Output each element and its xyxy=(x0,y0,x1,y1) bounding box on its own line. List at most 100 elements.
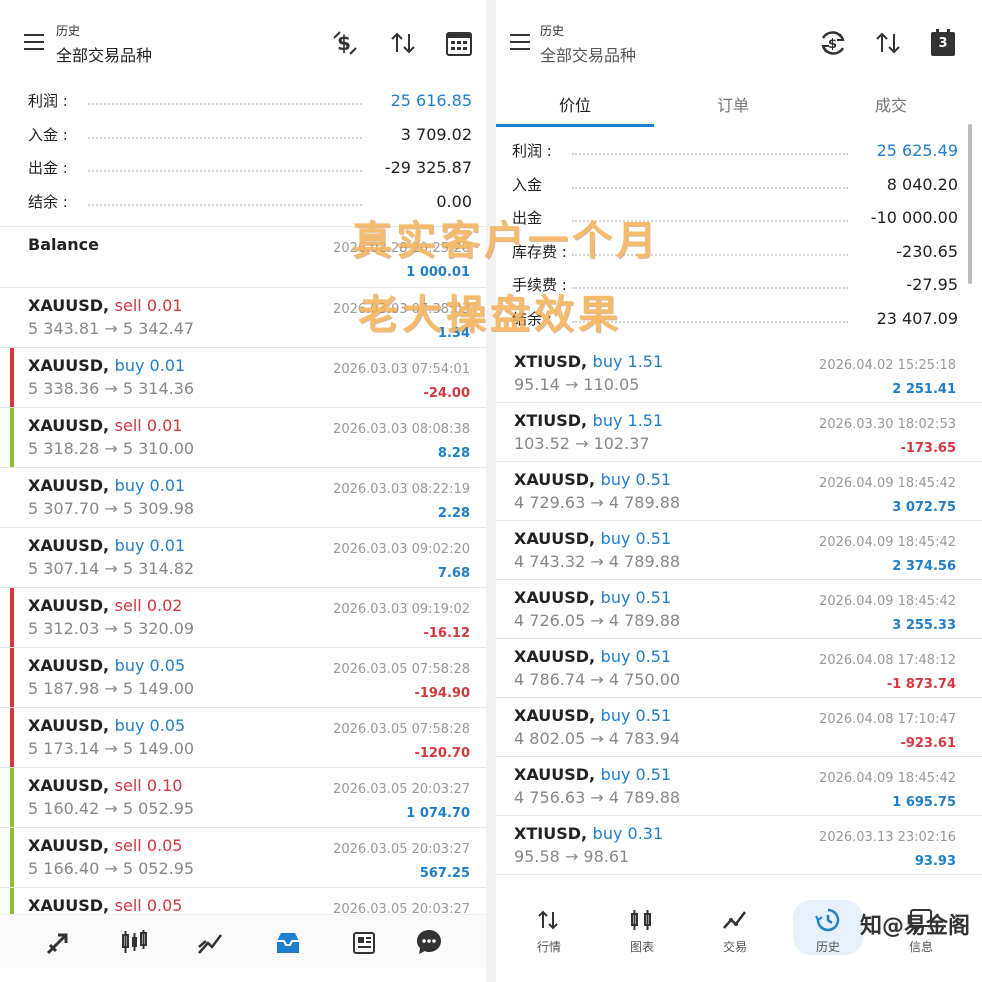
dollar-swap-icon[interactable]: $ xyxy=(330,28,360,58)
trade-direction: sell 0.01 xyxy=(114,296,183,315)
inbox-icon[interactable] xyxy=(274,929,302,957)
summary-row: 利润 : 25 616.85 xyxy=(28,84,472,118)
summary-dots xyxy=(572,186,848,189)
trade-icon[interactable] xyxy=(44,929,72,957)
trade-direction: buy 0.51 xyxy=(600,706,672,725)
summary-dots xyxy=(88,203,362,206)
trade-row[interactable]: XTIUSD, buy 0.31 95.58 → 98.61 2026.03.13 … xyxy=(496,816,982,875)
refresh-dollar-icon[interactable]: $ xyxy=(818,28,848,58)
summary-value: -27.95 xyxy=(902,275,958,295)
trade-row[interactable]: XAUUSD, buy 0.51 4 729.63 → 4 789.88 2026.… xyxy=(496,462,982,521)
trade-profit: 567.25 xyxy=(419,866,470,881)
balance-value: 1 000.01 xyxy=(406,265,470,280)
trade-profit: -194.90 xyxy=(414,686,470,701)
trade-date: 2026.04.09 18:45:42 xyxy=(819,771,956,786)
overlay-text-line2: 老大操盘效果 xyxy=(358,292,622,338)
trade-date: 2026.04.09 18:45:42 xyxy=(819,476,956,491)
calendar-icon[interactable]: 3 xyxy=(928,28,958,58)
trade-row[interactable]: XAUUSD, buy 0.01 5 307.70 → 5 309.98 2026.… xyxy=(0,468,486,528)
trade-prices: 5 318.28 → 5 310.00 xyxy=(28,439,195,458)
nav-history[interactable]: 历史 xyxy=(793,900,863,955)
trade-row[interactable]: XAUUSD, buy 0.51 4 786.74 → 4 750.00 2026.… xyxy=(496,639,982,698)
trade-direction: buy 0.51 xyxy=(600,470,672,489)
trade-date: 2026.03.13 23:02:16 xyxy=(819,830,956,845)
trade-row[interactable]: XAUUSD, sell 0.05 5 166.40 → 5 052.95 2026… xyxy=(0,828,486,888)
trade-symbol-name: XAUUSD, xyxy=(28,476,110,495)
trade-profit: -1 873.74 xyxy=(886,677,956,692)
trade-profit: -24.00 xyxy=(423,386,470,401)
trade-symbol-name: XAUUSD, xyxy=(514,470,596,489)
header-subtitle[interactable]: 全部交易品种 xyxy=(540,42,636,66)
trade-symbol: XAUUSD, sell 0.01 xyxy=(28,296,182,315)
trade-date: 2026.03.05 20:03:27 xyxy=(333,842,470,857)
left-summary: 利润 : 25 616.85 入金 : 3 709.02 出金 : -29 325.87 结… xyxy=(0,84,486,218)
trade-row[interactable]: XTIUSD, buy 1.51 103.52 → 102.37 2026.03.3… xyxy=(496,403,982,462)
trend-icon[interactable] xyxy=(196,929,224,957)
calendar-icon[interactable] xyxy=(444,28,474,58)
trade-prices: 5 187.98 → 5 149.00 xyxy=(28,679,195,698)
trade-row[interactable]: XAUUSD, sell 0.02 5 312.03 → 5 320.09 2026… xyxy=(0,588,486,648)
nav-trend[interactable]: 交易 xyxy=(700,900,770,955)
trade-row[interactable]: XTIUSD, buy 1.51 95.14 → 110.05 2026.04.02… xyxy=(496,344,982,403)
tab-2[interactable]: 成交 xyxy=(812,88,970,124)
trade-row[interactable]: XAUUSD, buy 0.01 5 338.36 → 5 314.36 2026.… xyxy=(0,348,486,408)
tab-1[interactable]: 订单 xyxy=(654,88,812,124)
summary-label: 入金 xyxy=(512,173,547,195)
nav-candlestick[interactable]: 图表 xyxy=(607,900,677,955)
scrollbar[interactable] xyxy=(968,124,972,284)
trade-profit: -923.61 xyxy=(900,736,956,751)
chart-icon[interactable] xyxy=(120,927,150,957)
trade-prices: 5 312.03 → 5 320.09 xyxy=(28,619,195,638)
menu-icon[interactable] xyxy=(24,34,44,50)
balance-label: Balance xyxy=(28,235,99,254)
right-trade-list: XTIUSD, buy 1.51 95.14 → 110.05 2026.04.02… xyxy=(496,344,982,875)
trade-row[interactable]: XAUUSD, sell 0.10 5 160.42 → 5 052.95 2026… xyxy=(0,768,486,828)
trade-prices: 4 756.63 → 4 789.88 xyxy=(514,788,681,807)
watermark: 知@易金阁 xyxy=(859,914,970,939)
trade-symbol: XAUUSD, buy 0.51 xyxy=(514,647,671,666)
nav-arrows-updown[interactable]: 行情 xyxy=(514,900,584,955)
summary-value: 3 709.02 xyxy=(396,124,472,144)
news-icon[interactable] xyxy=(350,929,378,957)
summary-value: 25 625.49 xyxy=(872,141,958,161)
summary-value: 23 407.09 xyxy=(872,308,958,328)
header-subtitle[interactable]: 全部交易品种 xyxy=(56,42,152,66)
trade-row[interactable]: XAUUSD, buy 0.51 4 743.32 → 4 789.88 2026.… xyxy=(496,521,982,580)
summary-dots xyxy=(572,153,848,156)
menu-icon[interactable] xyxy=(510,34,530,50)
trade-row[interactable]: XAUUSD, buy 0.51 4 756.63 → 4 789.88 2026.… xyxy=(496,757,982,816)
trade-row[interactable]: XAUUSD, sell 0.01 5 318.28 → 5 310.00 2026… xyxy=(0,408,486,468)
sort-icon[interactable] xyxy=(388,28,418,58)
overlay-text-line1: 真实客户一个月 xyxy=(352,218,660,264)
trade-direction: sell 0.05 xyxy=(114,896,183,915)
trade-profit: 2 374.56 xyxy=(892,559,956,574)
trade-profit: -120.70 xyxy=(414,746,470,761)
nav-label: 行情 xyxy=(536,940,561,954)
trade-symbol: XTIUSD, buy 0.31 xyxy=(514,824,663,843)
trade-symbol-name: XAUUSD, xyxy=(28,836,110,855)
trade-status-bar xyxy=(10,588,14,647)
trade-profit: 7.68 xyxy=(437,566,470,581)
trade-symbol: XAUUSD, buy 0.51 xyxy=(514,765,671,784)
calendar-badge: 3 xyxy=(938,36,948,51)
trade-date: 2026.04.09 18:45:42 xyxy=(819,535,956,550)
trade-row[interactable]: XAUUSD, buy 0.51 4 726.05 → 4 789.88 2026.… xyxy=(496,580,982,639)
trade-prices: 5 307.14 → 5 314.82 xyxy=(28,559,195,578)
nav-label: 图表 xyxy=(629,940,654,954)
trade-symbol-name: XAUUSD, xyxy=(28,596,110,615)
trade-prices: 5 166.40 → 5 052.95 xyxy=(28,859,195,878)
trade-row[interactable]: XAUUSD, buy 0.05 5 173.14 → 5 149.00 2026.… xyxy=(0,708,486,768)
sort-icon[interactable] xyxy=(873,28,903,58)
trade-prices: 5 173.14 → 5 149.00 xyxy=(28,739,195,758)
summary-dots xyxy=(88,170,362,173)
trade-prices: 95.58 → 98.61 xyxy=(514,847,630,866)
trade-row[interactable]: XAUUSD, buy 0.51 4 802.05 → 4 783.94 2026.… xyxy=(496,698,982,757)
right-history-panel: 历史 全部交易品种 $ 3 价位 订单 成交 利润 : 25 625.49 入金 8 04… xyxy=(496,0,982,982)
left-header: 历史 全部交易品种 $ xyxy=(0,0,486,88)
trade-symbol-name: XAUUSD, xyxy=(28,536,110,555)
trade-row[interactable]: XAUUSD, buy 0.05 5 187.98 → 5 149.00 2026.… xyxy=(0,648,486,708)
chat-icon[interactable] xyxy=(414,927,444,957)
summary-label: 入金 : xyxy=(28,123,72,145)
tab-0[interactable]: 价位 xyxy=(496,88,654,127)
trade-row[interactable]: XAUUSD, buy 0.01 5 307.14 → 5 314.82 2026.… xyxy=(0,528,486,588)
